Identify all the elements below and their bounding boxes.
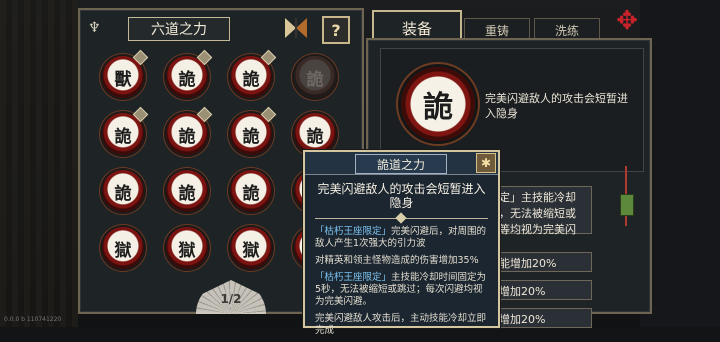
rune-glyph: 獸 bbox=[114, 69, 132, 90]
effect-row-4: 增加20% bbox=[494, 308, 592, 328]
build-version-text: 0.0.0 b 110741220 bbox=[4, 316, 62, 323]
right-backdrop bbox=[640, 0, 720, 327]
effect-text: 等均视为完美闪 bbox=[499, 223, 576, 236]
effect-text: 对精英和领主怪物造成的伤害增加35% bbox=[315, 255, 479, 266]
rune-slot[interactable]: 詭 bbox=[102, 170, 144, 212]
rune-slot[interactable]: 詭 bbox=[294, 113, 336, 155]
left-backdrop bbox=[0, 0, 78, 327]
rune-slot[interactable]: 詭 bbox=[230, 106, 277, 155]
exclusive-tag: 「枯朽王座限定」 bbox=[315, 272, 392, 283]
rune-glyph: 詭 bbox=[178, 69, 196, 90]
rune-glyph: 獄 bbox=[242, 240, 260, 261]
tooltip-effect-line: 对精英和领主怪物造成的伤害增加35% bbox=[315, 255, 491, 267]
candles-icon: ♆ bbox=[88, 20, 101, 36]
gear-icon[interactable]: ✱ bbox=[476, 153, 496, 173]
rune-slot[interactable]: 獸 bbox=[102, 49, 149, 98]
help-button[interactable]: ? bbox=[322, 16, 350, 44]
effect-text: 定」主技能冷却 bbox=[499, 191, 576, 204]
rune-slot[interactable]: 詭 bbox=[294, 56, 336, 98]
rune-glyph: 詭 bbox=[306, 69, 324, 90]
rune-slot[interactable]: 獄 bbox=[102, 227, 144, 269]
rune-glyph: 詭 bbox=[178, 126, 196, 147]
tooltip-main-effect: 完美闪避敌人的攻击会短暂进入隐身 bbox=[317, 182, 486, 210]
rune-glyph: 詭 bbox=[242, 183, 260, 204]
rune-slot[interactable]: 詭 bbox=[230, 170, 272, 212]
divider bbox=[315, 214, 488, 222]
rune-tooltip: 詭道之力 ✱ 完美闪避敌人的攻击会短暂进入隐身 「枯朽王座限定」完美闪避后，对周… bbox=[303, 150, 500, 336]
tooltip-effect-line: 「枯朽王座限定」完美闪避后，对周围的敌人产生1次强大的引力波 bbox=[315, 226, 491, 250]
rune-glyph: 詭 bbox=[242, 126, 260, 147]
rune-glyph: 詭 bbox=[242, 69, 260, 90]
rune-glyph: 詭 bbox=[114, 126, 132, 147]
tooltip-effects: 「枯朽王座限定」完美闪避后，对周围的敌人产生1次强大的引力波对精英和领主怪物造成… bbox=[315, 226, 491, 342]
effect-text: ，无法被缩短或 bbox=[499, 207, 576, 220]
effect-row-1: 定」主技能冷却 ，无法被缩短或 等均视为完美闪 bbox=[494, 186, 592, 236]
lantern-icon bbox=[620, 166, 634, 226]
pinwheel-icon[interactable]: ✥ bbox=[612, 6, 642, 36]
tooltip-effect-line: 「枯朽王座限定」主技能冷却时间固定为5秒，无法被缩短或跳过；每次闪避均视为完美闪… bbox=[315, 272, 491, 308]
rune-slot[interactable]: 詭 bbox=[230, 49, 277, 98]
equipped-rune-slot[interactable]: 詭 bbox=[401, 67, 475, 141]
rune-glyph: 詭 bbox=[306, 126, 324, 147]
upgrade-badge-icon bbox=[132, 49, 149, 66]
upgrade-badge-icon bbox=[196, 49, 213, 66]
sort-toggle-icon[interactable] bbox=[285, 18, 307, 38]
panel-header: ♆ 六道之力 ? bbox=[80, 10, 362, 44]
rune-glyph: 獄 bbox=[114, 240, 132, 261]
panel-title: 六道之力 bbox=[128, 17, 230, 41]
rune-slot[interactable]: 獄 bbox=[230, 227, 272, 269]
rune-glyph: 詭 bbox=[114, 183, 132, 204]
upgrade-badge-icon bbox=[196, 106, 213, 123]
rune-slot[interactable]: 詭 bbox=[166, 106, 213, 155]
tooltip-header: 詭道之力 ✱ bbox=[305, 152, 498, 175]
page-indicator[interactable]: 1/2 bbox=[196, 280, 266, 314]
tooltip-title: 詭道之力 bbox=[355, 154, 447, 174]
effect-row-3: 增加20% bbox=[494, 280, 592, 300]
rune-slot[interactable]: 獄 bbox=[166, 227, 208, 269]
equipped-rune-glyph: 詭 bbox=[423, 90, 453, 125]
effect-row-2: 能增加20% bbox=[494, 252, 592, 272]
equipped-rune-description: 完美闪避敌人的攻击会短暂进入隐身 bbox=[485, 92, 628, 120]
rune-glyph: 詭 bbox=[178, 183, 196, 204]
upgrade-badge-icon bbox=[260, 49, 277, 66]
tooltip-effect-line: 完美闪避敌人攻击后，主动技能冷却立即完成 bbox=[315, 313, 491, 337]
rune-slot[interactable]: 詭 bbox=[166, 170, 208, 212]
effect-text: 完美闪避敌人攻击后，主动技能冷却立即完成 bbox=[315, 313, 487, 336]
rune-slot[interactable]: 詭 bbox=[102, 106, 149, 155]
upgrade-badge-icon bbox=[132, 106, 149, 123]
upgrade-badge-icon bbox=[260, 106, 277, 123]
rune-slot[interactable]: 詭 bbox=[166, 49, 213, 98]
exclusive-tag: 「枯朽王座限定」 bbox=[315, 226, 392, 237]
page-number: 1/2 bbox=[220, 292, 242, 306]
rune-glyph: 獄 bbox=[178, 240, 196, 261]
